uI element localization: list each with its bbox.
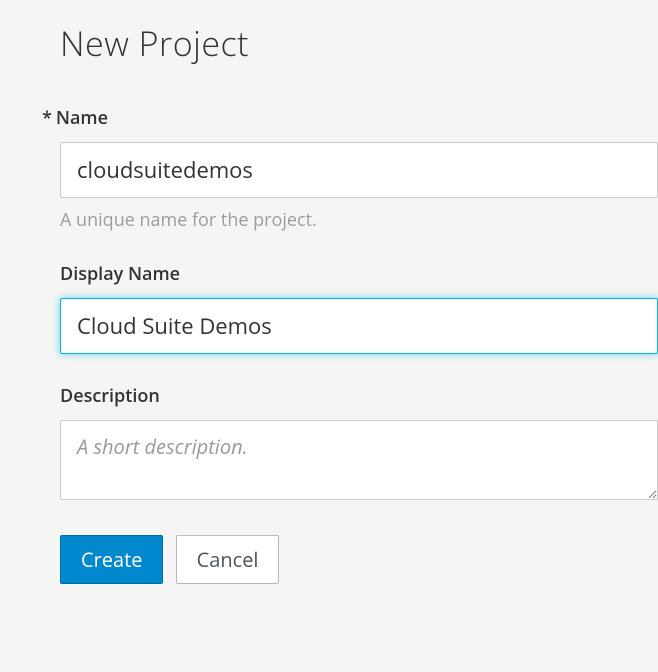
description-textarea[interactable] — [60, 420, 658, 500]
display-name-label: Display Name — [60, 262, 658, 286]
display-name-field-group: Display Name — [60, 262, 658, 354]
name-help-text: A unique name for the project. — [60, 208, 658, 232]
button-row: Create Cancel — [60, 535, 658, 584]
cancel-button[interactable]: Cancel — [176, 535, 280, 584]
create-button[interactable]: Create — [60, 535, 163, 584]
name-field-group: *Name A unique name for the project. — [60, 106, 658, 232]
description-label: Description — [60, 384, 658, 408]
display-name-input[interactable] — [60, 298, 658, 354]
required-marker: * — [42, 106, 52, 130]
name-input[interactable] — [60, 142, 658, 198]
new-project-form: New Project *Name A unique name for the … — [0, 0, 658, 584]
description-field-group: Description — [60, 384, 658, 505]
page-title: New Project — [60, 20, 658, 66]
name-label-text: Name — [56, 106, 108, 130]
name-label: *Name — [42, 106, 658, 130]
